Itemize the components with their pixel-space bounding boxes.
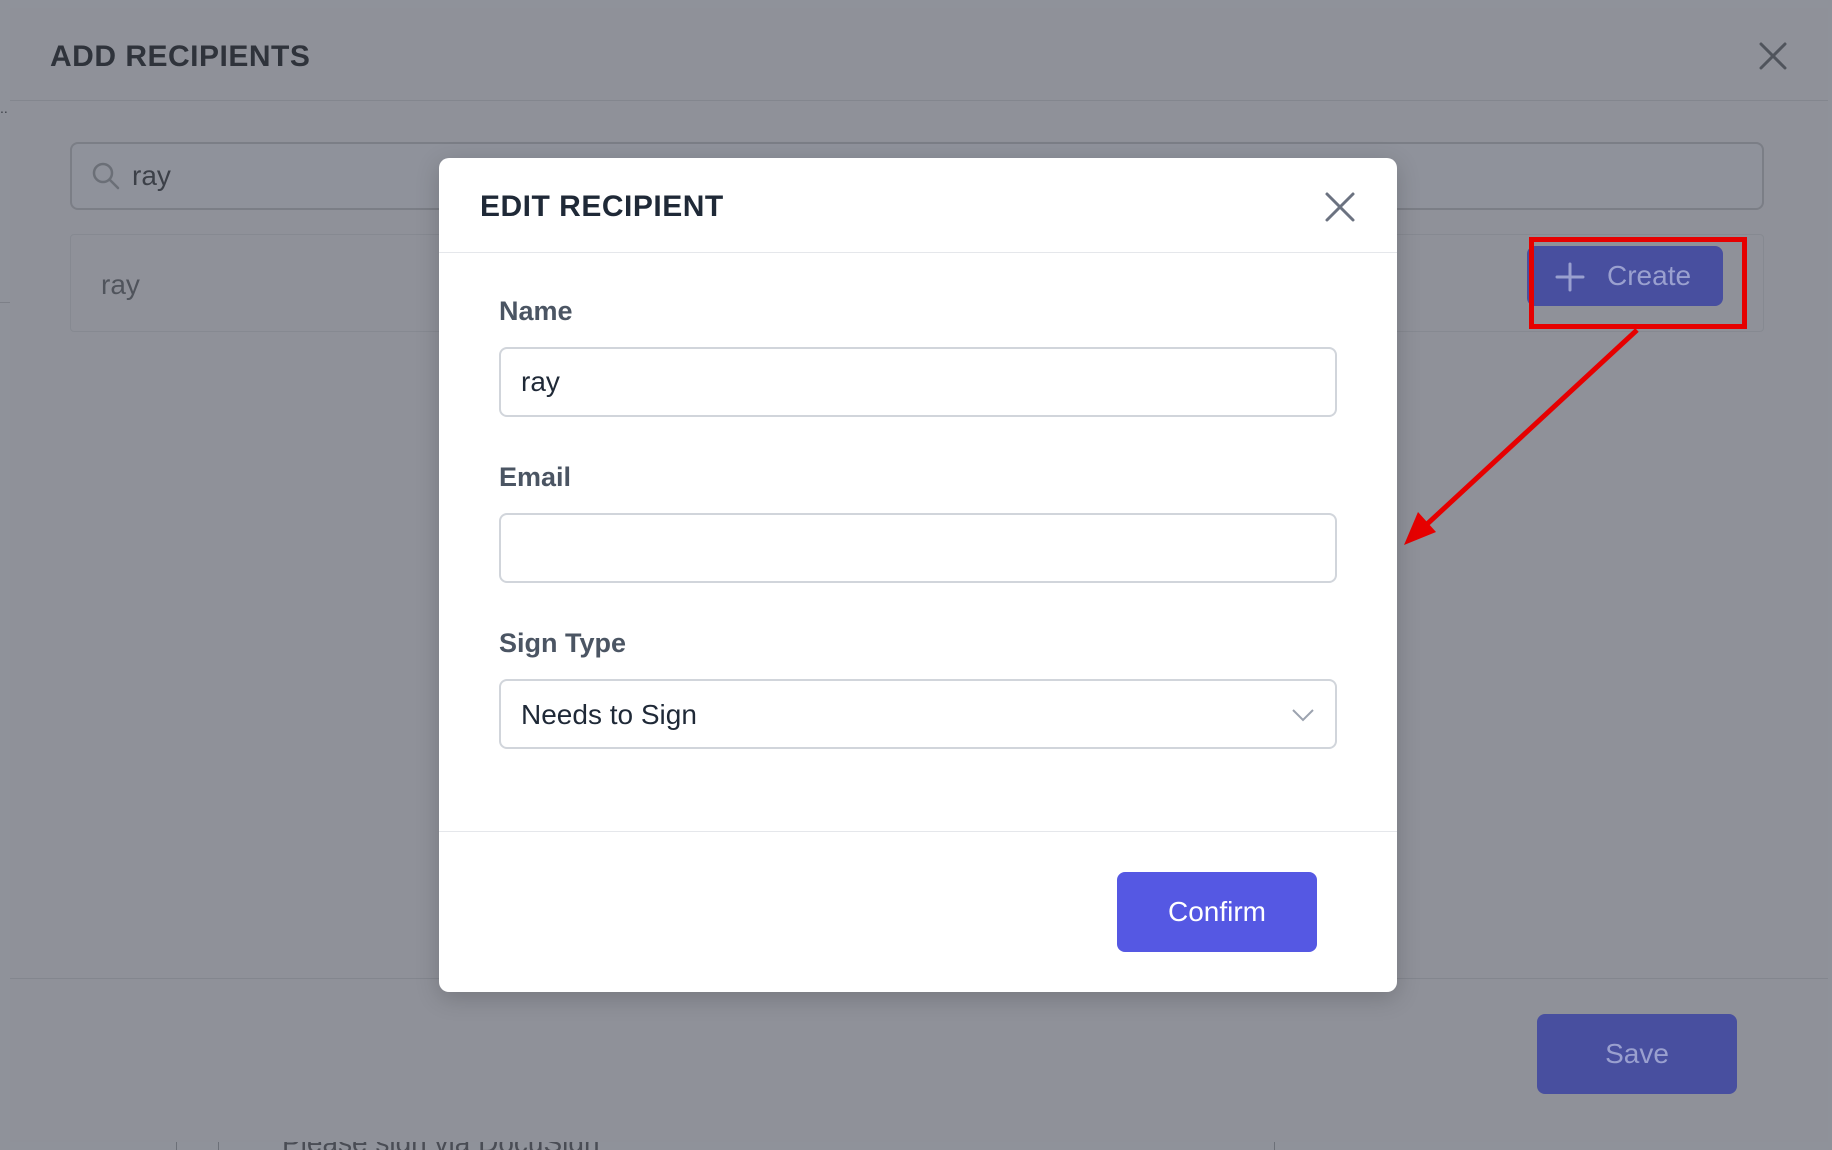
save-button[interactable]: Save bbox=[1537, 1014, 1737, 1094]
background-fragment: .. bbox=[0, 100, 8, 116]
sign-type-select[interactable]: Needs to Sign bbox=[499, 679, 1337, 749]
create-button[interactable]: Create bbox=[1527, 246, 1723, 306]
name-field[interactable] bbox=[499, 347, 1337, 417]
modal-header: ADD RECIPIENTS bbox=[10, 8, 1828, 101]
confirm-button[interactable]: Confirm bbox=[1117, 872, 1317, 952]
email-label: Email bbox=[499, 462, 572, 492]
sign-type-label: Sign Type bbox=[499, 628, 627, 658]
recipient-name: ray bbox=[101, 269, 140, 300]
edit-recipient-modal: EDIT RECIPIENT Name Email Sign Type Need… bbox=[439, 158, 1397, 992]
email-field[interactable] bbox=[499, 513, 1337, 583]
create-button-label: Create bbox=[1607, 260, 1692, 291]
search-value: ray bbox=[132, 160, 171, 191]
sign-type-value: Needs to Sign bbox=[521, 699, 697, 730]
name-label: Name bbox=[499, 296, 573, 326]
close-icon[interactable] bbox=[1323, 190, 1357, 224]
modal-title: EDIT RECIPIENT bbox=[480, 190, 724, 223]
search-icon bbox=[90, 160, 122, 192]
chevron-down-icon bbox=[1291, 707, 1315, 723]
modal-title: ADD RECIPIENTS bbox=[50, 40, 311, 73]
modal-header: EDIT RECIPIENT bbox=[439, 158, 1397, 253]
background-divider bbox=[0, 302, 10, 303]
close-icon[interactable] bbox=[1753, 36, 1793, 76]
plus-icon bbox=[1555, 262, 1585, 292]
